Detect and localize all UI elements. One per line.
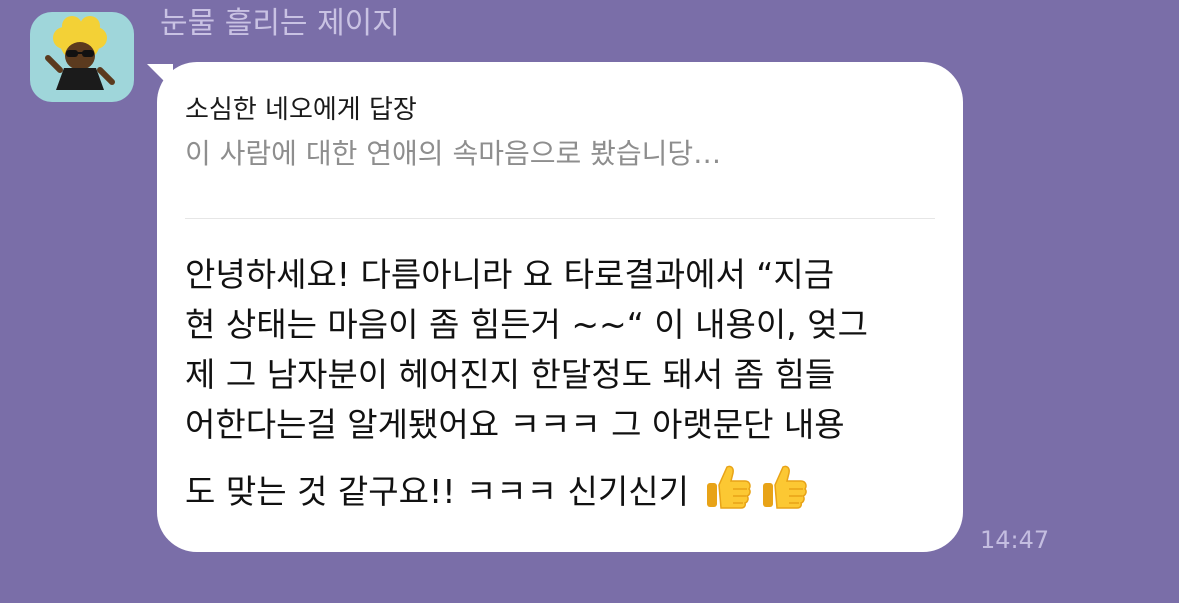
message-line-text: 도 맞는 것 같구요!! ㅋㅋㅋ 신기신기 <box>185 472 689 511</box>
message-timestamp: 14:47 <box>980 526 1050 554</box>
message-bubble[interactable]: 소심한 네오에게 답장 이 사람에 대한 연애의 속마음으로 봤습니당… 안녕하… <box>147 62 963 552</box>
reply-target: 소심한 네오에게 답장 <box>185 95 417 125</box>
reply-quote[interactable]: 소심한 네오에게 답장 이 사람에 대한 연애의 속마음으로 봤습니당… <box>185 90 935 176</box>
thumbs-up-icon <box>759 461 811 513</box>
reply-divider <box>185 218 935 219</box>
message-line: 안녕하세요! 다름아니라 요 타로결과에서 “지금 <box>185 255 835 294</box>
jay-g-avatar-icon <box>45 16 115 90</box>
message-line: 제 그 남자분이 헤어진지 한달정도 돼서 좀 힘들 <box>185 355 836 394</box>
avatar[interactable] <box>30 12 134 102</box>
message-text: 안녕하세요! 다름아니라 요 타로결과에서 “지금 현 상태는 마음이 좀 힘든… <box>185 250 945 524</box>
reply-preview: 이 사람에 대한 연애의 속마음으로 봤습니당… <box>185 137 722 170</box>
bubble-tail <box>147 64 173 90</box>
message-line: 현 상태는 마음이 좀 힘든거 ~~“ 이 내용이, 엊그 <box>185 305 868 344</box>
message-line-last: 도 맞는 것 같구요!! ㅋㅋㅋ 신기신기 <box>185 460 945 524</box>
thumbs-up-icon <box>703 461 755 513</box>
sender-name: 눈물 흘리는 제이지 <box>160 6 400 41</box>
message-line: 어한다는걸 알게됐어요 ㅋㅋㅋ 그 아랫문단 내용 <box>185 405 845 444</box>
